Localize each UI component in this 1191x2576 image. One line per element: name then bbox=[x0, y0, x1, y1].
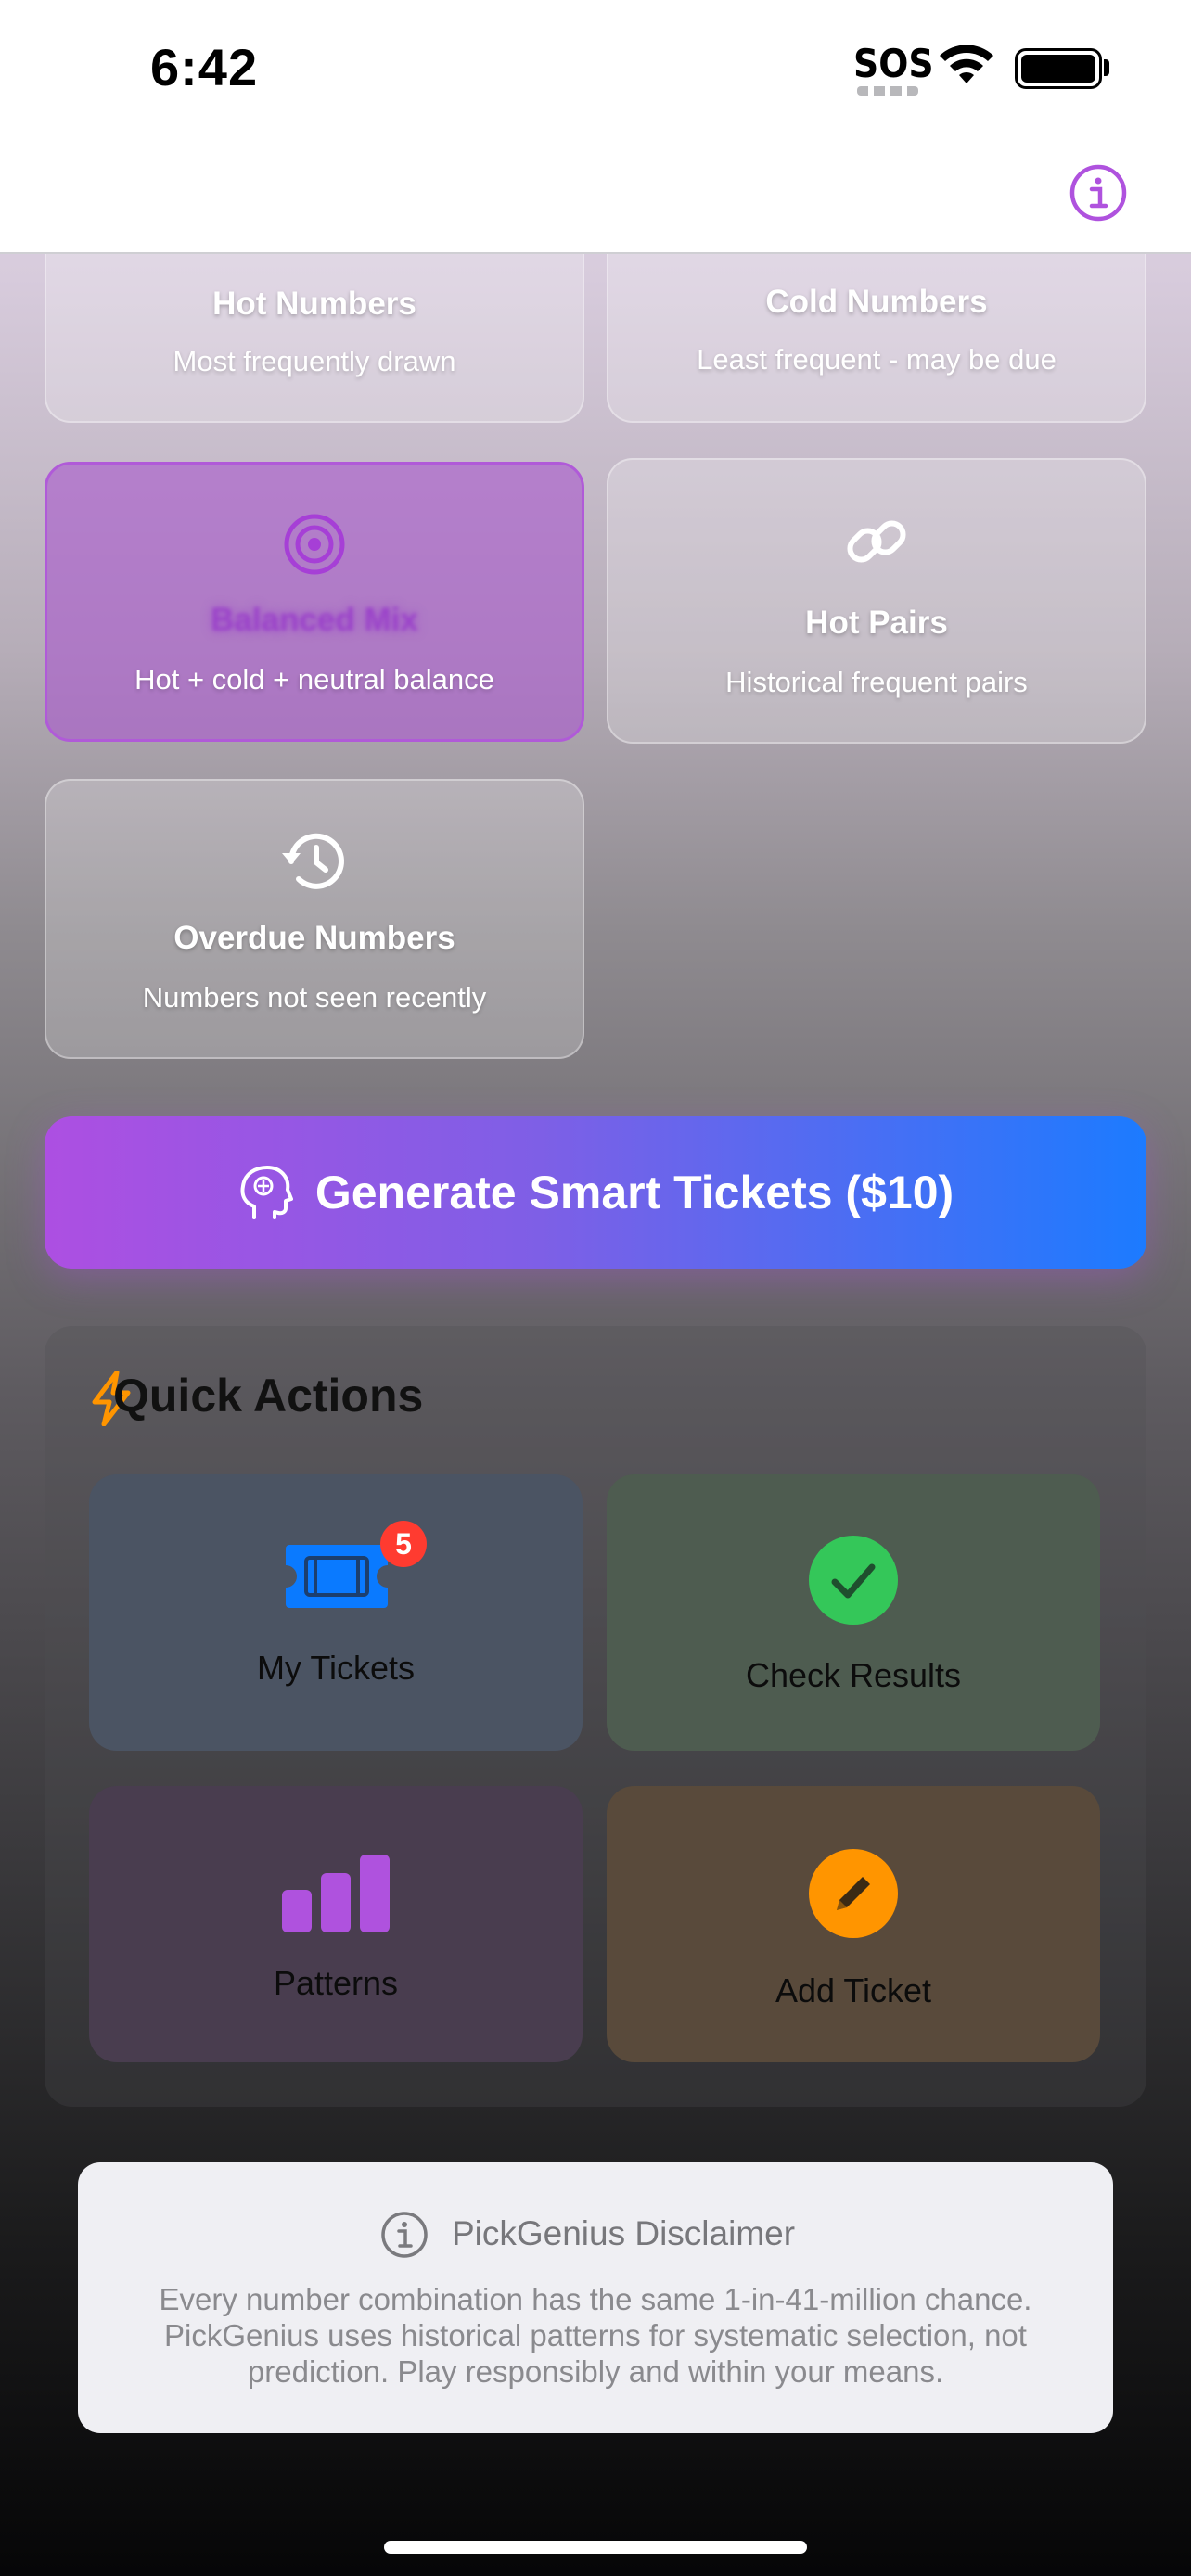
strategy-title: Hot Pairs bbox=[805, 605, 948, 641]
strategy-title: Cold Numbers bbox=[765, 284, 988, 320]
strategy-card-hot-pairs[interactable]: Hot Pairs Historical frequent pairs bbox=[607, 458, 1146, 744]
quick-action-label: My Tickets bbox=[256, 1649, 415, 1687]
home-indicator[interactable] bbox=[384, 2541, 807, 2554]
status-time: 6:42 bbox=[150, 38, 259, 96]
disclaimer-card: PickGenius Disclaimer Every number combi… bbox=[78, 2162, 1113, 2433]
wifi-icon bbox=[940, 45, 993, 83]
signal-dots bbox=[857, 86, 918, 96]
ticket-icon bbox=[286, 1545, 388, 1608]
strategy-subtitle: Most frequently drawn bbox=[173, 345, 456, 377]
strategy-subtitle: Numbers not seen recently bbox=[142, 981, 487, 1014]
quick-action-label: Check Results bbox=[745, 1656, 962, 1694]
battery-tip bbox=[1104, 59, 1109, 76]
navigation-bar: 6:42 SOS bbox=[0, 0, 1191, 254]
strategy-subtitle: Least frequent - may be due bbox=[697, 343, 1057, 376]
patterns-button[interactable]: Patterns bbox=[89, 1786, 583, 2062]
bar-chart-icon bbox=[282, 1855, 390, 1932]
add-ticket-button[interactable]: Add Ticket bbox=[607, 1786, 1100, 2062]
strategy-title: Overdue Numbers bbox=[173, 920, 455, 956]
strategy-subtitle: Hot + cold + neutral balance bbox=[134, 663, 494, 695]
sos-indicator: SOS bbox=[853, 41, 934, 86]
quick-action-label: Patterns bbox=[273, 1964, 399, 2002]
strategy-card-balanced-mix[interactable]: Balanced Mix Hot + cold + neutral balanc… bbox=[45, 462, 584, 742]
generate-button-label: Generate Smart Tickets ($10) bbox=[314, 1167, 954, 1218]
tickets-count-badge: 5 bbox=[380, 1521, 427, 1567]
link-icon bbox=[847, 520, 906, 563]
target-icon bbox=[284, 514, 345, 575]
disclaimer-body: Every number combination has the same 1-… bbox=[159, 2282, 1032, 2389]
strategy-title: Balanced Mix bbox=[211, 602, 418, 638]
check-results-button[interactable]: Check Results bbox=[607, 1474, 1100, 1751]
my-tickets-button[interactable]: 5 My Tickets bbox=[89, 1474, 583, 1751]
quick-action-label: Add Ticket bbox=[775, 1971, 932, 2009]
clock-history-icon bbox=[282, 833, 344, 889]
battery-icon bbox=[1015, 48, 1102, 89]
brain-head-icon bbox=[240, 1166, 293, 1219]
strategy-subtitle: Historical frequent pairs bbox=[725, 666, 1028, 698]
strategy-card-overdue-numbers[interactable]: Overdue Numbers Numbers not seen recentl… bbox=[45, 779, 584, 1059]
pencil-circle-icon bbox=[809, 1849, 898, 1938]
generate-smart-tickets-button[interactable]: Generate Smart Tickets ($10) bbox=[45, 1116, 1146, 1269]
disclaimer-title: PickGenius Disclaimer bbox=[451, 2214, 796, 2252]
info-icon[interactable] bbox=[1069, 163, 1128, 223]
strategy-title: Hot Numbers bbox=[212, 286, 416, 322]
checkmark-circle-icon bbox=[809, 1536, 898, 1625]
quick-actions-title: Quick Actions bbox=[113, 1370, 424, 1422]
